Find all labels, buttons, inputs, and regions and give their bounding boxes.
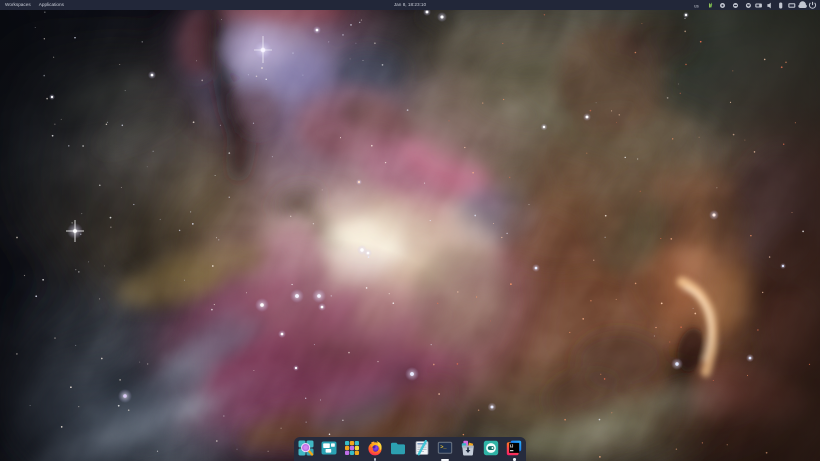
svg-text:>_: >_ (440, 444, 447, 450)
svg-text:us: us (694, 3, 700, 8)
